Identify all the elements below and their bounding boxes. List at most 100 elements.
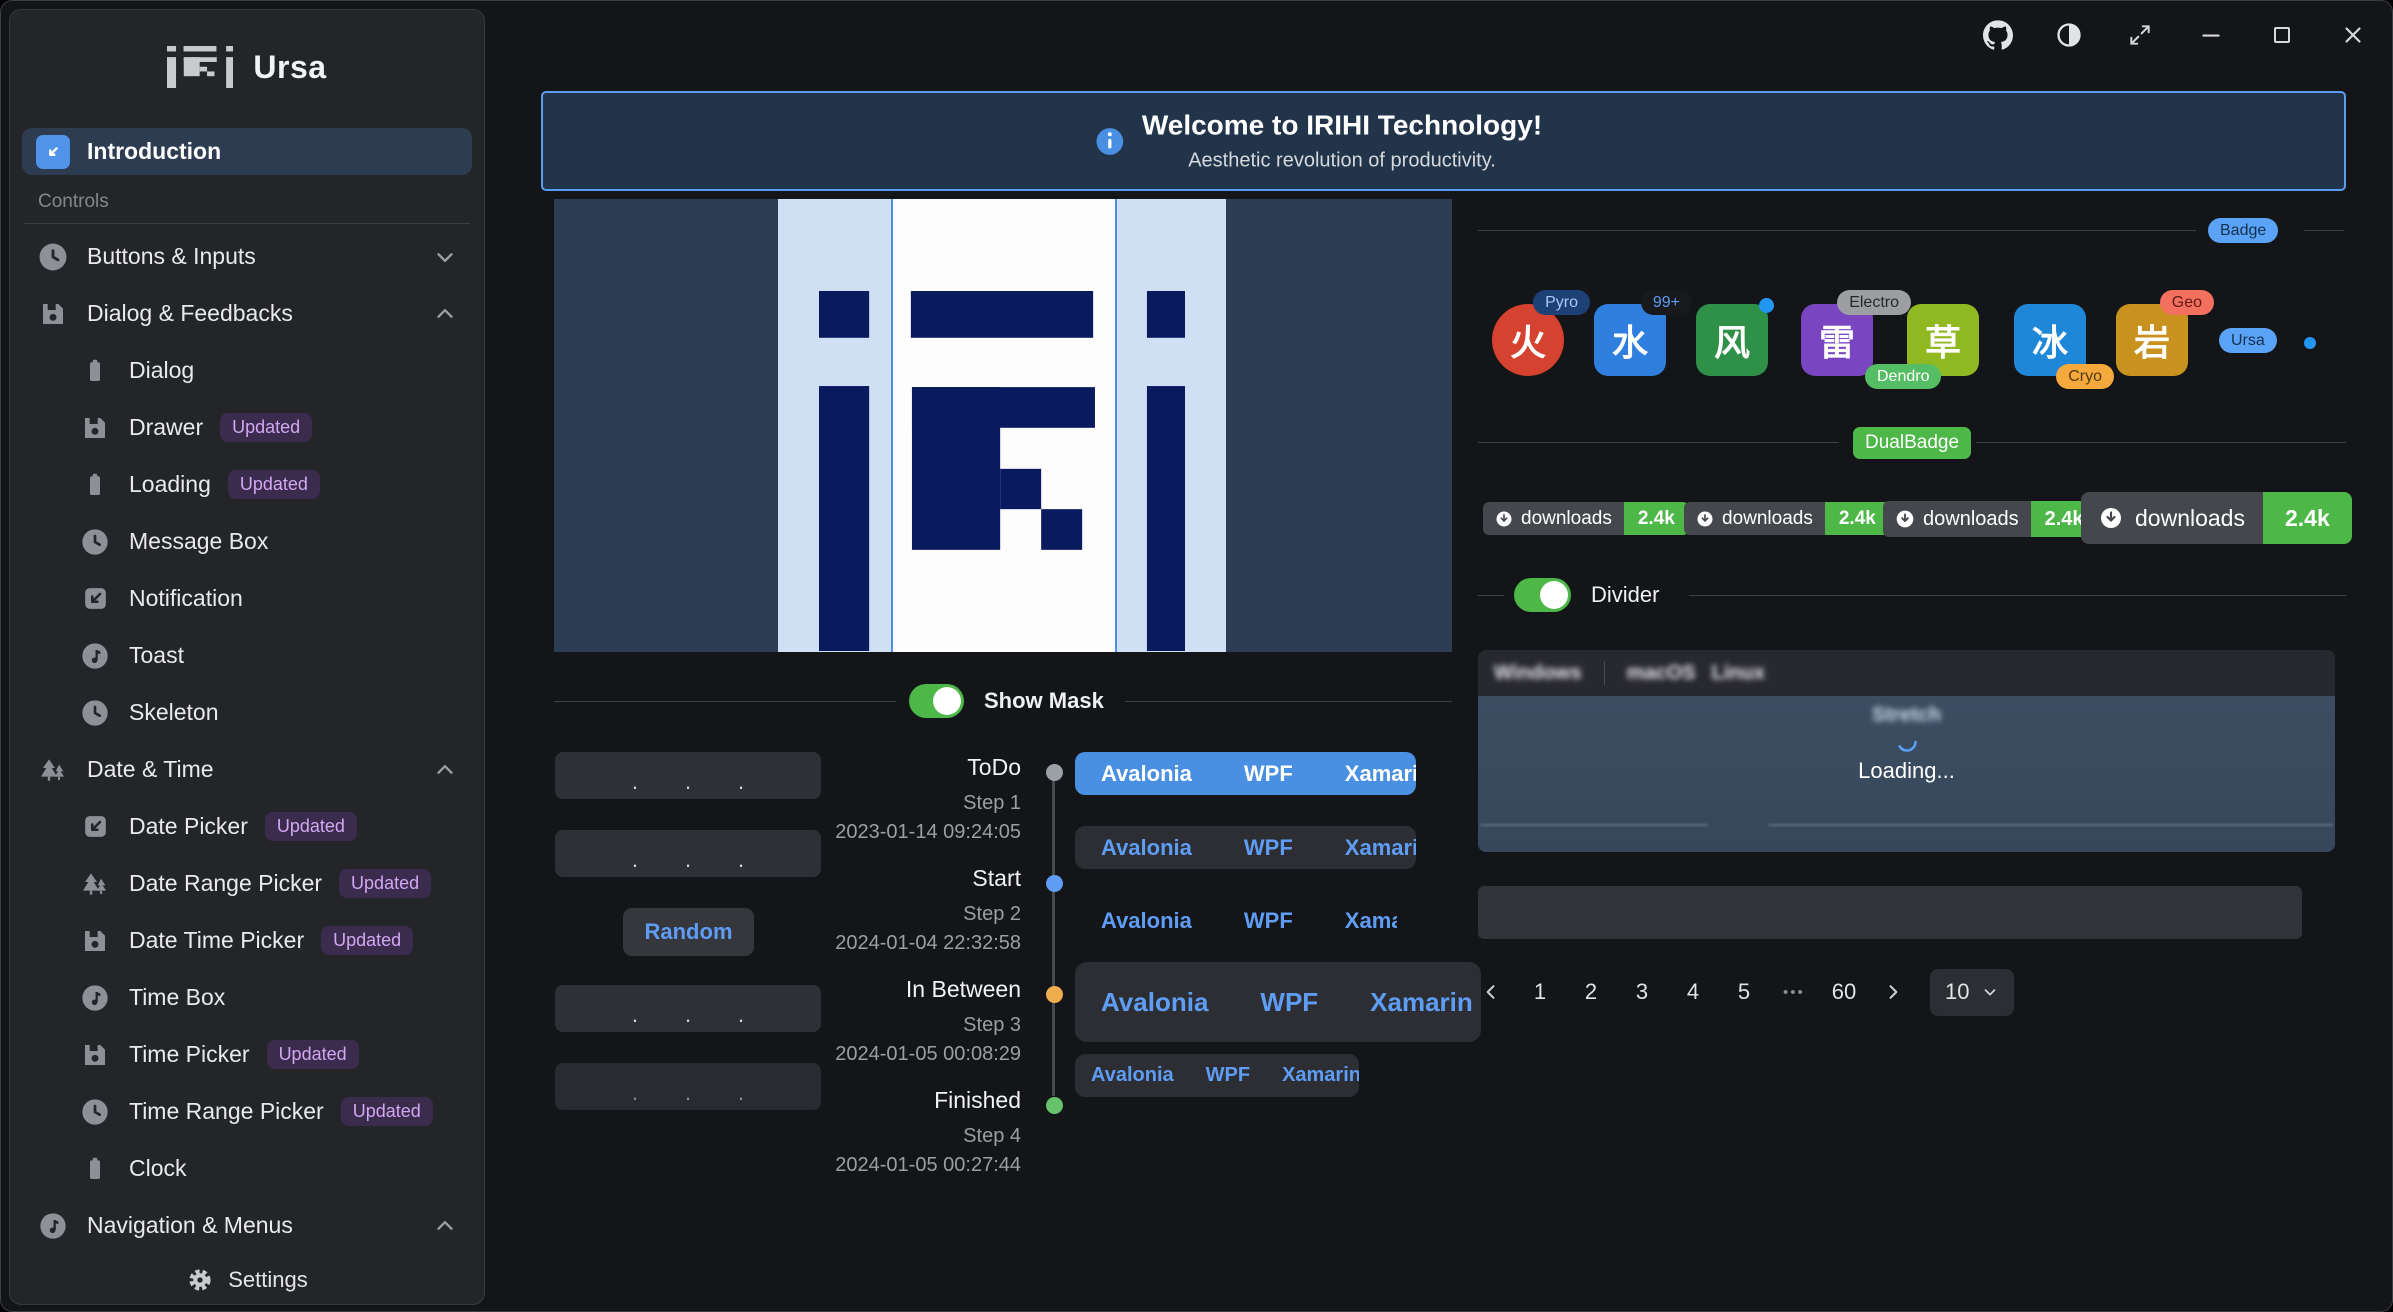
empty-input-bar[interactable] bbox=[1478, 886, 2302, 939]
sidebar-item-loading[interactable]: Loading Updated bbox=[22, 456, 472, 513]
sidebar-group-buttons-inputs[interactable]: Buttons & Inputs bbox=[22, 228, 472, 285]
badge-pill: Cryo bbox=[2056, 364, 2114, 389]
clock-icon bbox=[78, 696, 112, 730]
sidebar-item-label: Time Picker bbox=[129, 1041, 250, 1068]
window-controls bbox=[1973, 15, 2378, 55]
arrow-square-icon bbox=[78, 810, 112, 844]
close-icon bbox=[2340, 22, 2366, 48]
tile-char: 水 bbox=[1612, 314, 1648, 366]
sidebar-item-time-picker[interactable]: Time Picker Updated bbox=[22, 1026, 472, 1083]
timeline-dot-finished bbox=[1046, 1097, 1063, 1114]
xamarin-button[interactable]: Xamarin bbox=[1319, 826, 1416, 869]
next-page-button[interactable] bbox=[1883, 982, 1903, 1002]
wpf-button[interactable]: WPF bbox=[1234, 962, 1344, 1042]
tab-windows[interactable]: Windows bbox=[1494, 662, 1582, 685]
minimize-button[interactable] bbox=[2186, 15, 2236, 55]
last-page-number[interactable]: 60 bbox=[1832, 979, 1856, 1005]
loading-tab-panel: Windows macOS Linux Stretch Loading... bbox=[1478, 650, 2335, 852]
sidebar-group-navigation-menus[interactable]: Navigation & Menus bbox=[22, 1197, 472, 1254]
maximize-button[interactable] bbox=[2257, 15, 2307, 55]
page-number[interactable]: 5 bbox=[1732, 979, 1756, 1005]
theme-toggle-button[interactable] bbox=[2044, 15, 2094, 55]
wpf-button[interactable]: WPF bbox=[1218, 826, 1319, 869]
floppy-icon bbox=[78, 411, 112, 445]
avalonia-button[interactable]: Avalonia bbox=[1075, 826, 1218, 869]
downloads-label: downloads bbox=[1521, 508, 1612, 530]
sidebar-item-time-box[interactable]: Time Box bbox=[22, 969, 472, 1026]
avalonia-button[interactable]: Avalonia bbox=[1075, 900, 1218, 942]
sidebar-item-date-time-picker[interactable]: Date Time Picker Updated bbox=[22, 912, 472, 969]
sidebar-item-label: Date Picker bbox=[129, 813, 248, 840]
loading-label: Loading... bbox=[1858, 758, 1955, 784]
timeline-step-name: In Between bbox=[771, 976, 1021, 1003]
updated-badge: Updated bbox=[267, 1040, 359, 1069]
page-number[interactable]: 2 bbox=[1579, 979, 1603, 1005]
sidebar-item-clock[interactable]: Clock bbox=[22, 1140, 472, 1197]
divider-line bbox=[1125, 701, 1452, 702]
downloads-value: 2.4k bbox=[1624, 502, 1689, 535]
irihi-logo-icon bbox=[167, 46, 233, 88]
page-number[interactable]: 4 bbox=[1681, 979, 1705, 1005]
xamarin-button[interactable]: Xamarin bbox=[1319, 752, 1416, 795]
dual-badge-section-pill: DualBadge bbox=[1853, 427, 1971, 459]
sidebar-item-toast[interactable]: Toast bbox=[22, 627, 472, 684]
github-button[interactable] bbox=[1973, 15, 2023, 55]
tile-char: 火 bbox=[1510, 314, 1546, 366]
page-number[interactable]: 3 bbox=[1630, 979, 1654, 1005]
avalonia-button[interactable]: Avalonia bbox=[1075, 962, 1234, 1042]
settings-button[interactable]: Settings bbox=[11, 1257, 483, 1303]
button-group-dark-small: Avalonia WPF Xamarin bbox=[1075, 1054, 1359, 1097]
sidebar-item-dialog[interactable]: Dialog bbox=[22, 342, 472, 399]
tile-char: 草 bbox=[1925, 314, 1961, 366]
fullscreen-button[interactable] bbox=[2115, 15, 2165, 55]
sidebar-item-label: Notification bbox=[129, 585, 243, 612]
ip-dot-separator: . bbox=[738, 1088, 744, 1098]
loading-overlay: Loading... bbox=[1478, 730, 2335, 784]
avalonia-button[interactable]: Avalonia bbox=[1075, 1054, 1190, 1097]
page-size-select[interactable]: 10 bbox=[1930, 969, 2014, 1016]
prev-page-button[interactable] bbox=[1481, 982, 1501, 1002]
chevron-down-icon bbox=[1981, 983, 1999, 1001]
pagination: 1 2 3 4 5 ••• 60 10 bbox=[1481, 969, 2014, 1015]
sidebar-item-notification[interactable]: Notification bbox=[22, 570, 472, 627]
fullscreen-icon bbox=[2127, 22, 2153, 48]
downloads-label: downloads bbox=[2135, 505, 2245, 532]
page-number[interactable]: 1 bbox=[1528, 979, 1552, 1005]
close-button[interactable] bbox=[2328, 15, 2378, 55]
xamarin-button[interactable]: Xamarin bbox=[1319, 900, 1397, 942]
badge-section-pill: Badge bbox=[2208, 218, 2278, 243]
divider-toggle[interactable] bbox=[1514, 578, 1571, 612]
timeline-step-date: 2024-01-04 22:32:58 bbox=[701, 932, 1021, 955]
chevron-down-icon bbox=[432, 244, 458, 270]
sidebar-item-label: Date & Time bbox=[87, 756, 214, 783]
app-logo: Ursa bbox=[10, 46, 484, 88]
tab-content: Stretch Loading... bbox=[1478, 696, 2335, 852]
toggle-knob bbox=[933, 687, 961, 715]
show-mask-toggle[interactable] bbox=[909, 684, 964, 718]
download-icon bbox=[1895, 509, 1915, 529]
sidebar-item-date-range-picker[interactable]: Date Range Picker Updated bbox=[22, 855, 472, 912]
sidebar-item-introduction[interactable]: Introduction bbox=[22, 128, 472, 175]
tile-char: 雷 bbox=[1819, 314, 1855, 366]
xamarin-button[interactable]: Xamarin bbox=[1266, 1054, 1359, 1097]
wpf-button[interactable]: WPF bbox=[1218, 752, 1319, 795]
sidebar-item-time-range-picker[interactable]: Time Range Picker Updated bbox=[22, 1083, 472, 1140]
downloads-value: 2.4k bbox=[1825, 502, 1890, 535]
wpf-button[interactable]: WPF bbox=[1190, 1054, 1266, 1097]
sidebar-group-date-time[interactable]: Date & Time bbox=[22, 741, 472, 798]
arrow-square-icon bbox=[36, 135, 70, 169]
sidebar-item-skeleton[interactable]: Skeleton bbox=[22, 684, 472, 741]
pagination-ellipsis: ••• bbox=[1783, 984, 1805, 1001]
xamarin-button[interactable]: Xamarin bbox=[1344, 962, 1481, 1042]
sidebar-group-dialog-feedbacks[interactable]: Dialog & Feedbacks bbox=[22, 285, 472, 342]
avalonia-button[interactable]: Avalonia bbox=[1075, 752, 1218, 795]
wpf-button[interactable]: WPF bbox=[1218, 900, 1319, 942]
tab-macos[interactable]: macOS bbox=[1627, 662, 1696, 685]
downloads-badge: downloads 2.4k bbox=[2081, 492, 2352, 544]
sidebar-item-drawer[interactable]: Drawer Updated bbox=[22, 399, 472, 456]
toggle-knob bbox=[1540, 581, 1568, 609]
info-icon bbox=[1094, 125, 1126, 157]
sidebar-item-message-box[interactable]: Message Box bbox=[22, 513, 472, 570]
sidebar-item-date-picker[interactable]: Date Picker Updated bbox=[22, 798, 472, 855]
tab-linux[interactable]: Linux bbox=[1712, 662, 1765, 685]
